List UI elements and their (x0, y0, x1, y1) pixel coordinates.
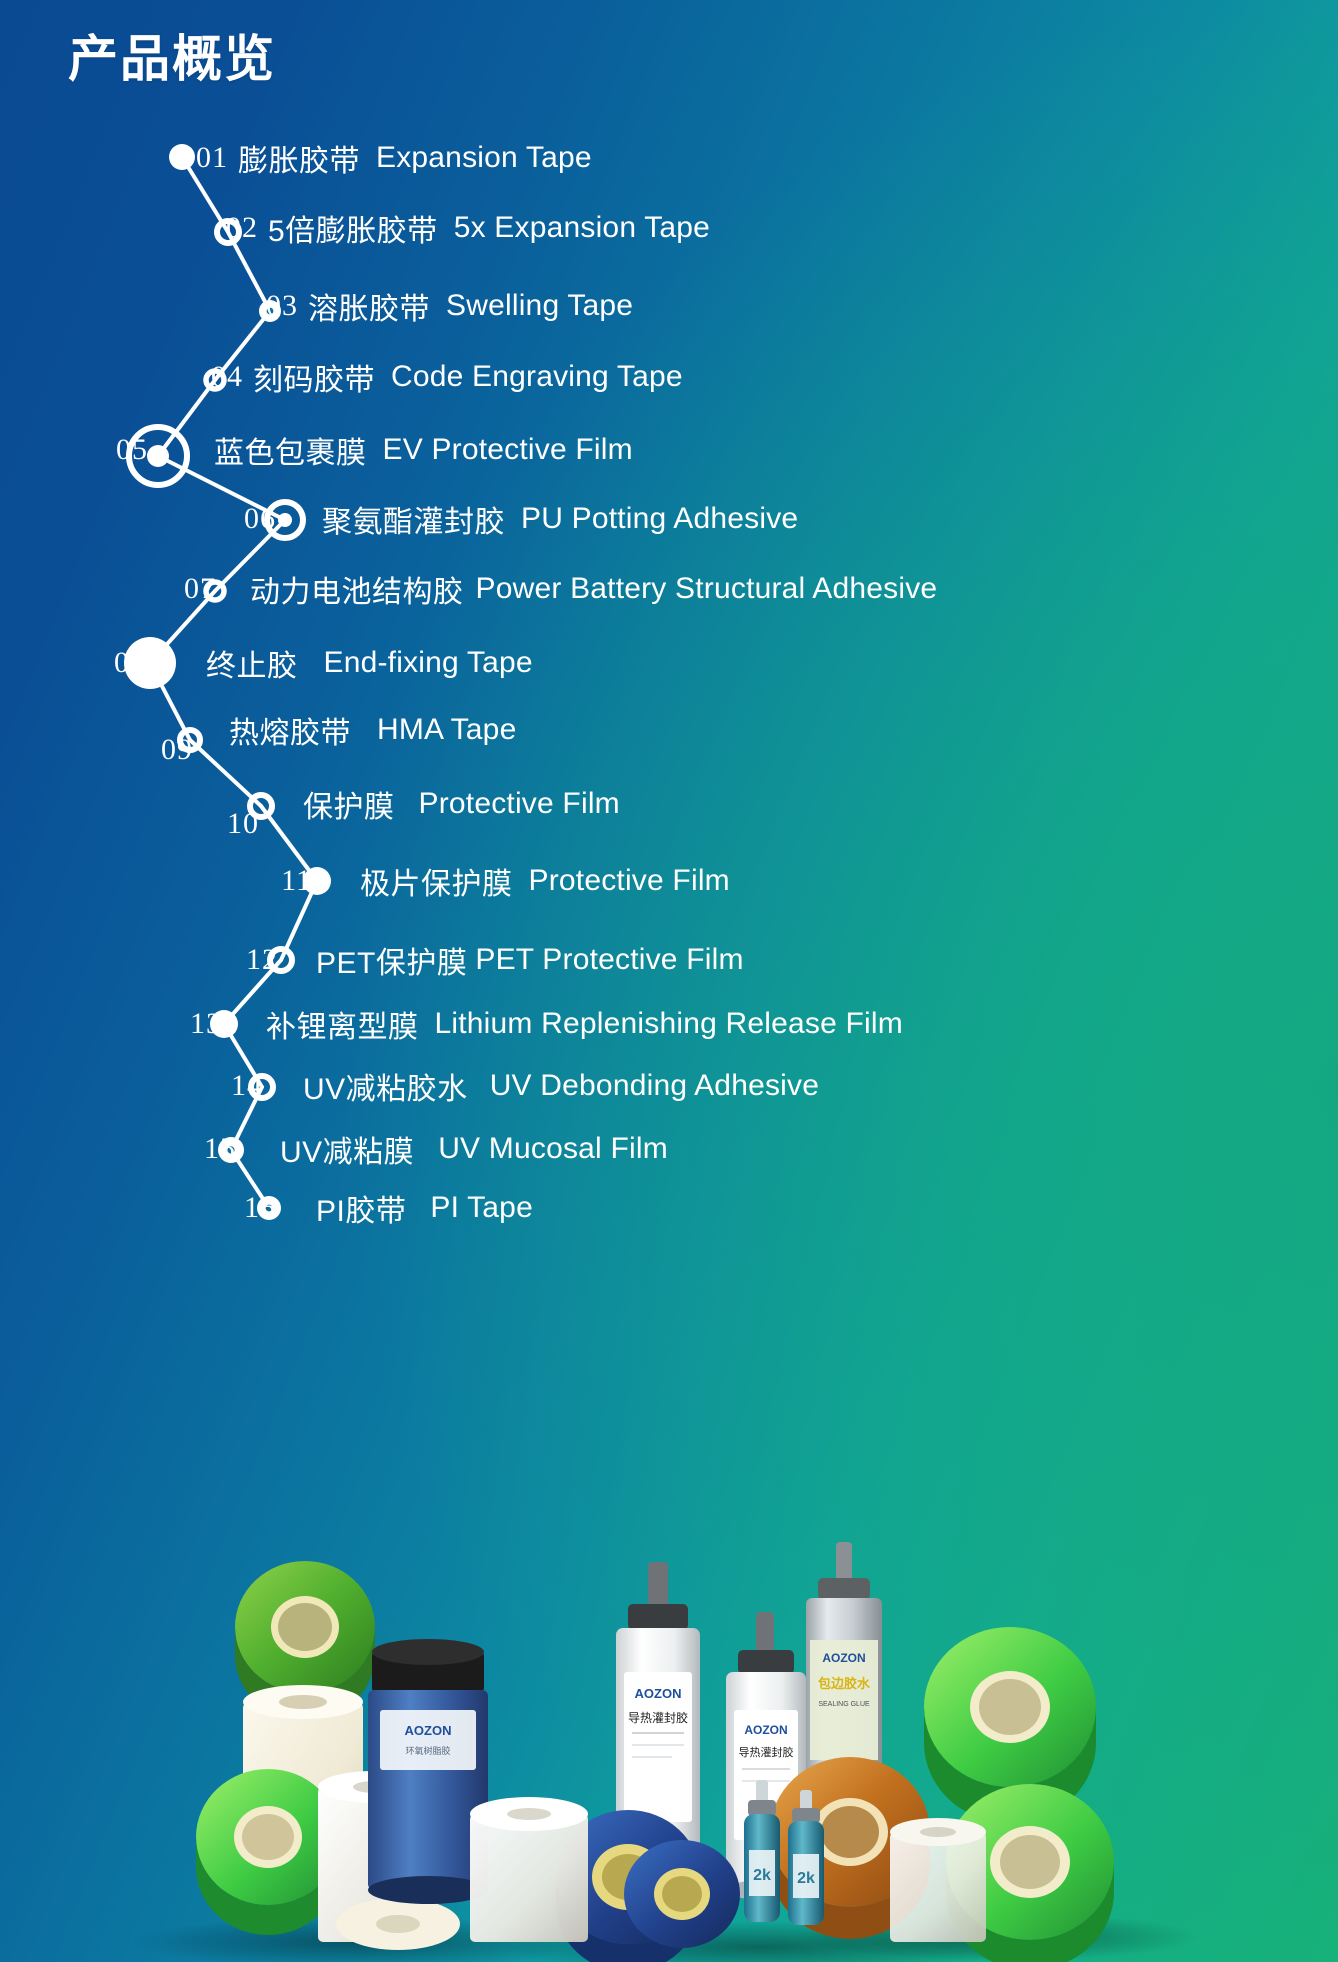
timeline-item-label-cn: 极片保护膜 (360, 868, 513, 901)
timeline-item-03[interactable]: 03 溶胀胶带 Swelling Tape (266, 286, 634, 326)
timeline-item-label-en: PI Tape (430, 1191, 533, 1224)
timeline-item-05[interactable]: 05 蓝色包裹膜 EV Protective Film (116, 430, 633, 470)
svg-text:AOZON: AOZON (744, 1723, 787, 1737)
svg-text:导热灌封胶: 导热灌封胶 (628, 1710, 688, 1725)
product-collage-svg: AOZON 环氧树脂胶 AOZON 导热灌封胶 AOZON 导热灌封胶 AOZO… (130, 1542, 1200, 1962)
timeline-item-label-cn: 5倍膨胀胶带 (268, 215, 438, 248)
timeline-item-label-en: HMA Tape (377, 713, 517, 746)
svg-text:2k: 2k (753, 1867, 771, 1884)
product-photo-collage: AOZON 环氧树脂胶 AOZON 导热灌封胶 AOZON 导热灌封胶 AOZO… (0, 1532, 1338, 1962)
timeline-item-label-en: Code Engraving Tape (391, 360, 683, 393)
svg-text:包边胶水: 包边胶水 (818, 1676, 871, 1691)
timeline-item-label-en: UV Mucosal Film (438, 1132, 668, 1165)
timeline-item-label-cn: 溶胀胶带 (308, 293, 430, 326)
svg-text:环氧树脂胶: 环氧树脂胶 (405, 1745, 450, 1756)
page-title: 产品概览 (68, 31, 276, 87)
timeline-item-label-en: EV Protective Film (382, 433, 633, 466)
timeline-item-label-cn: PET保护膜 (316, 947, 468, 980)
timeline-item-06[interactable]: 06 聚氨酯灌封胶 PU Potting Adhesive (244, 499, 799, 539)
timeline-item-label-cn: PI胶带 (316, 1195, 407, 1228)
timeline-item-13[interactable]: 13 补锂离型膜 Lithium Replenishing Release Fi… (190, 1004, 903, 1044)
product-overview-poster: 产品概览 01 膨胀胶带 Expansion Tape 02 5倍膨胀胶带 5x… (0, 0, 1338, 1962)
cream-tape-roll-bottom (336, 1898, 460, 1950)
timeline-item-number: 04 (211, 360, 243, 393)
timeline-item-number: 08 (114, 646, 146, 679)
blue-tape-roll-2 (624, 1840, 740, 1948)
clear-film-roll-2 (890, 1818, 986, 1942)
timeline-item-number: 10 (227, 807, 259, 840)
timeline-item-label-en: PET Protective Film (475, 943, 744, 976)
timeline-item-number: 06 (244, 502, 276, 535)
timeline-item-number: 13 (190, 1007, 222, 1040)
timeline-item-label-en: Power Battery Structural Adhesive (475, 572, 938, 605)
timeline-item-label-en: PU Potting Adhesive (521, 502, 799, 535)
timeline-item-label-cn: UV减粘胶水 (303, 1073, 468, 1106)
small-glue-bottle: 2k (744, 1780, 780, 1922)
timeline-item-07[interactable]: 07 动力电池结构胶 Power Battery Structural Adhe… (184, 569, 938, 609)
timeline-item-11[interactable]: 11 极片保护膜 Protective Film (281, 861, 730, 901)
timeline-item-number: 09 (161, 733, 193, 766)
timeline-item-label-cn: 动力电池结构胶 (250, 576, 464, 609)
timeline-item-number: 15 (204, 1132, 236, 1165)
small-glue-bottle-2: 2k (788, 1790, 824, 1925)
timeline-item-08[interactable]: 08 终止胶 End-fixing Tape (114, 643, 533, 683)
timeline-item-14[interactable]: 14 UV减粘胶水 UV Debonding Adhesive (231, 1066, 820, 1106)
svg-text:AOZON: AOZON (405, 1723, 452, 1738)
svg-text:AOZON: AOZON (822, 1651, 865, 1665)
timeline-item-number: 07 (184, 572, 216, 605)
timeline-item-number: 16 (244, 1191, 276, 1224)
timeline-item-15[interactable]: 15 UV减粘膜 UV Mucosal Film (204, 1129, 668, 1169)
timeline-item-number: 05 (116, 433, 148, 466)
clear-film-roll (470, 1797, 588, 1942)
timeline-item-04[interactable]: 04 刻码胶带 Code Engraving Tape (211, 357, 683, 397)
svg-text:AOZON: AOZON (635, 1686, 682, 1701)
timeline-item-label-cn: 保护膜 (303, 791, 395, 824)
timeline-item-02[interactable]: 02 5倍膨胀胶带 5x Expansion Tape (226, 208, 711, 248)
timeline-item-label-cn: 膨胀胶带 (238, 145, 360, 178)
timeline-item-label-cn: 聚氨酯灌封胶 (322, 506, 505, 539)
timeline-item-label-en: Protective Film (528, 864, 730, 897)
svg-text:SEALING GLUE: SEALING GLUE (818, 1701, 870, 1708)
timeline-item-label-en: Expansion Tape (376, 141, 592, 174)
timeline-item-label-cn: 热熔胶带 (229, 717, 351, 750)
svg-text:2k: 2k (797, 1870, 815, 1887)
timeline-item-number: 03 (266, 289, 298, 322)
timeline-item-number: 12 (246, 943, 278, 976)
timeline-item-label-cn: 蓝色包裹膜 (214, 437, 367, 470)
timeline-item-label-cn: 刻码胶带 (253, 364, 375, 397)
timeline-item-number: 11 (281, 864, 312, 897)
timeline-item-label-cn: UV减粘膜 (280, 1136, 415, 1169)
timeline-item-number: 01 (196, 141, 228, 174)
timeline-item-label-en: Swelling Tape (446, 289, 634, 322)
svg-text:导热灌封胶: 导热灌封胶 (739, 1745, 794, 1759)
timeline-item-label-en: UV Debonding Adhesive (489, 1069, 820, 1102)
timeline-item-label-en: 5x Expansion Tape (453, 211, 711, 244)
timeline-item-number: 02 (226, 211, 258, 244)
timeline-item-01[interactable]: 01 膨胀胶带 Expansion Tape (196, 138, 592, 178)
timeline-item-09[interactable]: 09 热熔胶带 HMA Tape (161, 710, 517, 766)
timeline-item-16[interactable]: 16 PI胶带 PI Tape (244, 1188, 533, 1228)
timeline-item-12[interactable]: 12 PET保护膜 PET Protective Film (246, 940, 744, 980)
timeline-item-label-cn: 终止胶 (206, 650, 298, 683)
timeline-item-10[interactable]: 10 保护膜 Protective Film (227, 784, 620, 840)
timeline-item-label-cn: 补锂离型膜 (266, 1011, 419, 1044)
timeline-item-label-en: Lithium Replenishing Release Film (434, 1007, 903, 1040)
timeline-item-label-en: Protective Film (418, 787, 620, 820)
timeline-item-number: 14 (231, 1069, 263, 1102)
timeline-item-label-en: End-fixing Tape (323, 646, 533, 679)
